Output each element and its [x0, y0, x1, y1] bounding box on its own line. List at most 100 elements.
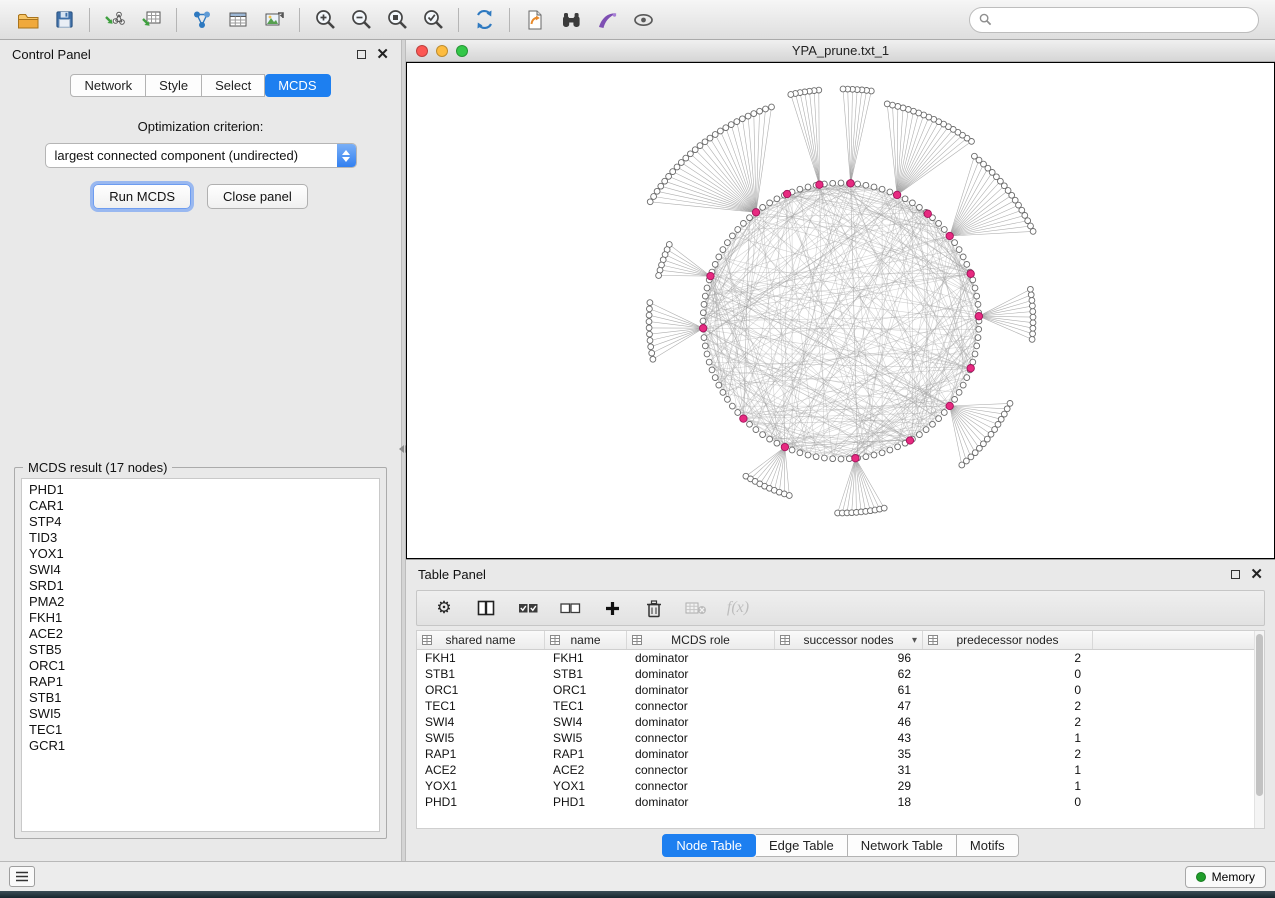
mcds-result-item[interactable]: STP4	[29, 514, 379, 530]
leaf-node[interactable]	[840, 86, 846, 92]
leaf-node[interactable]	[718, 128, 724, 134]
ring-node[interactable]	[871, 184, 877, 190]
delete-column-button[interactable]	[639, 594, 669, 622]
ring-node[interactable]	[871, 452, 877, 458]
table-row[interactable]: YOX1YOX1connector291	[417, 778, 1264, 794]
ring-node[interactable]	[960, 382, 966, 388]
export-image-button[interactable]	[256, 4, 292, 36]
mcds-result-item[interactable]: TID3	[29, 530, 379, 546]
leaf-node[interactable]	[662, 178, 668, 184]
leaf-node[interactable]	[763, 106, 769, 112]
unselect-all-columns-button[interactable]	[555, 594, 585, 622]
leaf-node[interactable]	[734, 119, 740, 125]
ring-node[interactable]	[813, 454, 819, 460]
table-row[interactable]: ORC1ORC1dominator610	[417, 682, 1264, 698]
leaf-node[interactable]	[1028, 292, 1034, 298]
dominator-node[interactable]	[700, 325, 707, 332]
mcds-result-item[interactable]: PMA2	[29, 594, 379, 610]
ring-node[interactable]	[760, 432, 766, 438]
ring-node[interactable]	[879, 186, 885, 192]
table-row[interactable]: SWI4SWI4dominator462	[417, 714, 1264, 730]
ring-node[interactable]	[974, 293, 980, 299]
leaf-node[interactable]	[647, 306, 653, 312]
leaf-node[interactable]	[895, 104, 901, 110]
leaf-node[interactable]	[651, 194, 657, 200]
leaf-node[interactable]	[647, 199, 653, 205]
leaf-node[interactable]	[1029, 337, 1035, 343]
ring-node[interactable]	[936, 221, 942, 227]
maximize-window-icon[interactable]	[456, 45, 468, 57]
tab-style[interactable]: Style	[146, 74, 202, 97]
ring-node[interactable]	[910, 200, 916, 206]
panel-menu-button[interactable]	[9, 866, 35, 887]
column-header-predecessor-nodes[interactable]: predecessor nodes	[923, 631, 1093, 649]
ring-node[interactable]	[974, 343, 980, 349]
ring-node[interactable]	[725, 397, 731, 403]
create-column-button[interactable]	[597, 594, 627, 622]
ring-node[interactable]	[923, 427, 929, 433]
tab-node-table[interactable]: Node Table	[662, 834, 756, 857]
open-session-button[interactable]	[10, 4, 46, 36]
ring-node[interactable]	[972, 285, 978, 291]
ring-node[interactable]	[936, 416, 942, 422]
leaf-node[interactable]	[1025, 218, 1031, 224]
leaf-node[interactable]	[1004, 406, 1010, 412]
leaf-node[interactable]	[1028, 286, 1034, 292]
ring-node[interactable]	[964, 375, 970, 381]
memory-button[interactable]: Memory	[1185, 866, 1266, 888]
leaf-node[interactable]	[972, 153, 978, 159]
leaf-node[interactable]	[1030, 320, 1036, 326]
leaf-node[interactable]	[670, 169, 676, 175]
leaf-node[interactable]	[786, 493, 792, 499]
leaf-node[interactable]	[646, 312, 652, 318]
column-header-successor-nodes[interactable]: successor nodes ▾	[775, 631, 923, 649]
ring-node[interactable]	[720, 247, 726, 253]
tab-network-table[interactable]: Network Table	[848, 834, 957, 857]
table-settings-button[interactable]: ⚙	[429, 594, 459, 622]
table-row[interactable]: ACE2ACE2connector311	[417, 762, 1264, 778]
ring-node[interactable]	[956, 390, 962, 396]
ring-node[interactable]	[753, 427, 759, 433]
zoom-in-button[interactable]	[307, 4, 343, 36]
ring-node[interactable]	[830, 180, 836, 186]
mcds-result-item[interactable]: ORC1	[29, 658, 379, 674]
ring-node[interactable]	[700, 318, 706, 324]
ring-node[interactable]	[716, 382, 722, 388]
mcds-result-item[interactable]: CAR1	[29, 498, 379, 514]
leaf-node[interactable]	[654, 188, 660, 194]
ring-node[interactable]	[704, 285, 710, 291]
network-canvas[interactable]	[406, 62, 1275, 559]
leaf-node[interactable]	[1001, 411, 1007, 417]
leaf-node[interactable]	[688, 151, 694, 157]
ring-node[interactable]	[735, 410, 741, 416]
dominator-node[interactable]	[967, 365, 974, 372]
tab-select[interactable]: Select	[202, 74, 265, 97]
leaf-node[interactable]	[647, 331, 653, 337]
leaf-node[interactable]	[647, 338, 653, 344]
leaf-node[interactable]	[674, 164, 680, 170]
ring-node[interactable]	[902, 196, 908, 202]
table-row[interactable]: SWI5SWI5connector431	[417, 730, 1264, 746]
dominator-node[interactable]	[906, 437, 913, 444]
ring-node[interactable]	[956, 247, 962, 253]
ring-node[interactable]	[960, 254, 966, 260]
dominator-node[interactable]	[707, 272, 714, 279]
tab-motifs[interactable]: Motifs	[957, 834, 1019, 857]
tab-network[interactable]: Network	[70, 74, 146, 97]
ring-node[interactable]	[805, 452, 811, 458]
ring-node[interactable]	[701, 302, 707, 308]
ring-node[interactable]	[702, 343, 708, 349]
column-header-name[interactable]: name	[545, 631, 627, 649]
table-row[interactable]: RAP1RAP1dominator352	[417, 746, 1264, 762]
ring-node[interactable]	[941, 410, 947, 416]
ring-node[interactable]	[930, 421, 936, 427]
ring-node[interactable]	[735, 227, 741, 233]
ring-node[interactable]	[797, 186, 803, 192]
search-network-button[interactable]	[553, 4, 589, 36]
zoom-selected-button[interactable]	[415, 4, 451, 36]
mcds-result-item[interactable]: PHD1	[29, 482, 379, 498]
dominator-node[interactable]	[847, 180, 854, 187]
dominator-node[interactable]	[752, 209, 759, 216]
mcds-result-item[interactable]: TEC1	[29, 722, 379, 738]
leaf-node[interactable]	[1030, 309, 1036, 315]
